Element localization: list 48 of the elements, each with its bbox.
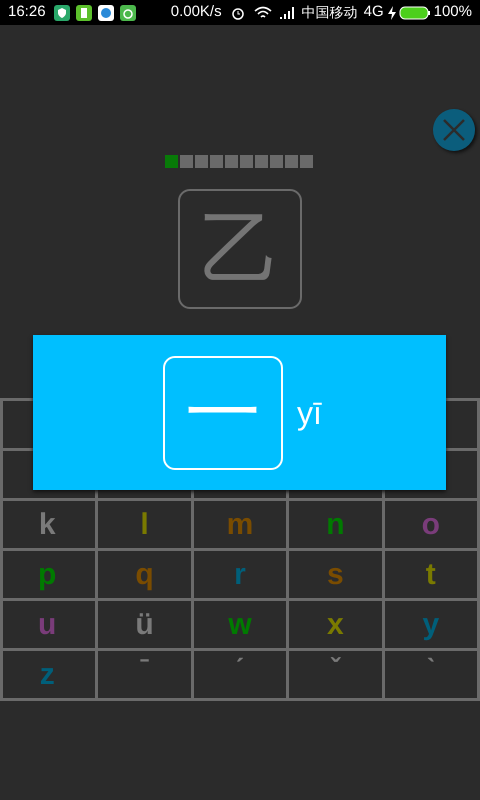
character-card: 乙 (178, 189, 302, 309)
tone-mark: ˊ (235, 655, 245, 683)
key-letter: z (40, 660, 55, 690)
key-letter: m (226, 510, 254, 540)
key-letter: t (426, 560, 436, 590)
key-cell[interactable]: ü (98, 601, 191, 648)
key-cell[interactable]: z (3, 651, 96, 698)
key-cell[interactable]: o (384, 501, 477, 548)
answer-character-card: 一 (163, 356, 283, 470)
key-cell[interactable]: w (194, 601, 286, 648)
key-cell[interactable]: l (98, 501, 191, 548)
key-cell[interactable]: y (384, 601, 477, 648)
network-type: 4G (364, 2, 384, 22)
key-cell[interactable]: m (194, 501, 286, 548)
key-cell[interactable]: k (3, 501, 96, 548)
key-letter: s (327, 560, 344, 590)
key-letter: q (135, 560, 154, 590)
key-letter: r (234, 560, 246, 590)
key-cell[interactable]: s (289, 551, 382, 598)
key-cell[interactable]: u (3, 601, 96, 648)
key-cell[interactable]: n (289, 501, 382, 548)
key-letter: x (327, 610, 344, 640)
key-letter: k (38, 510, 56, 540)
pinyin-text: yī (297, 394, 322, 433)
battery-level: 100% (434, 2, 472, 22)
tone-mark: ˇ (330, 655, 340, 683)
key-letter: u (38, 610, 56, 640)
key-letter: y (422, 610, 440, 640)
carrier-name: 中国移动 (302, 3, 358, 22)
key-cell[interactable]: x (289, 601, 382, 648)
key-cell[interactable]: ˋ (384, 651, 477, 698)
tone-mark: ˉ (140, 655, 150, 683)
key-letter: w (228, 610, 252, 640)
network-speed: 0.00K/s (170, 2, 222, 22)
key-cell[interactable]: ˇ (289, 651, 382, 698)
key-cell[interactable]: r (194, 551, 286, 598)
tone-mark: ˋ (426, 655, 436, 683)
key-cell[interactable]: ˊ (194, 651, 286, 698)
key-letter: o (422, 510, 440, 540)
key-cell[interactable]: t (384, 551, 477, 598)
key-cell[interactable]: q (98, 551, 191, 598)
key-cell[interactable]: ˉ (98, 651, 191, 698)
clock: 16:26 (8, 2, 46, 22)
key-letter: l (140, 510, 149, 540)
key-letter: p (38, 560, 56, 590)
key-cell[interactable]: p (3, 551, 96, 598)
key-letter: ü (135, 610, 154, 640)
key-letter: n (326, 510, 345, 540)
